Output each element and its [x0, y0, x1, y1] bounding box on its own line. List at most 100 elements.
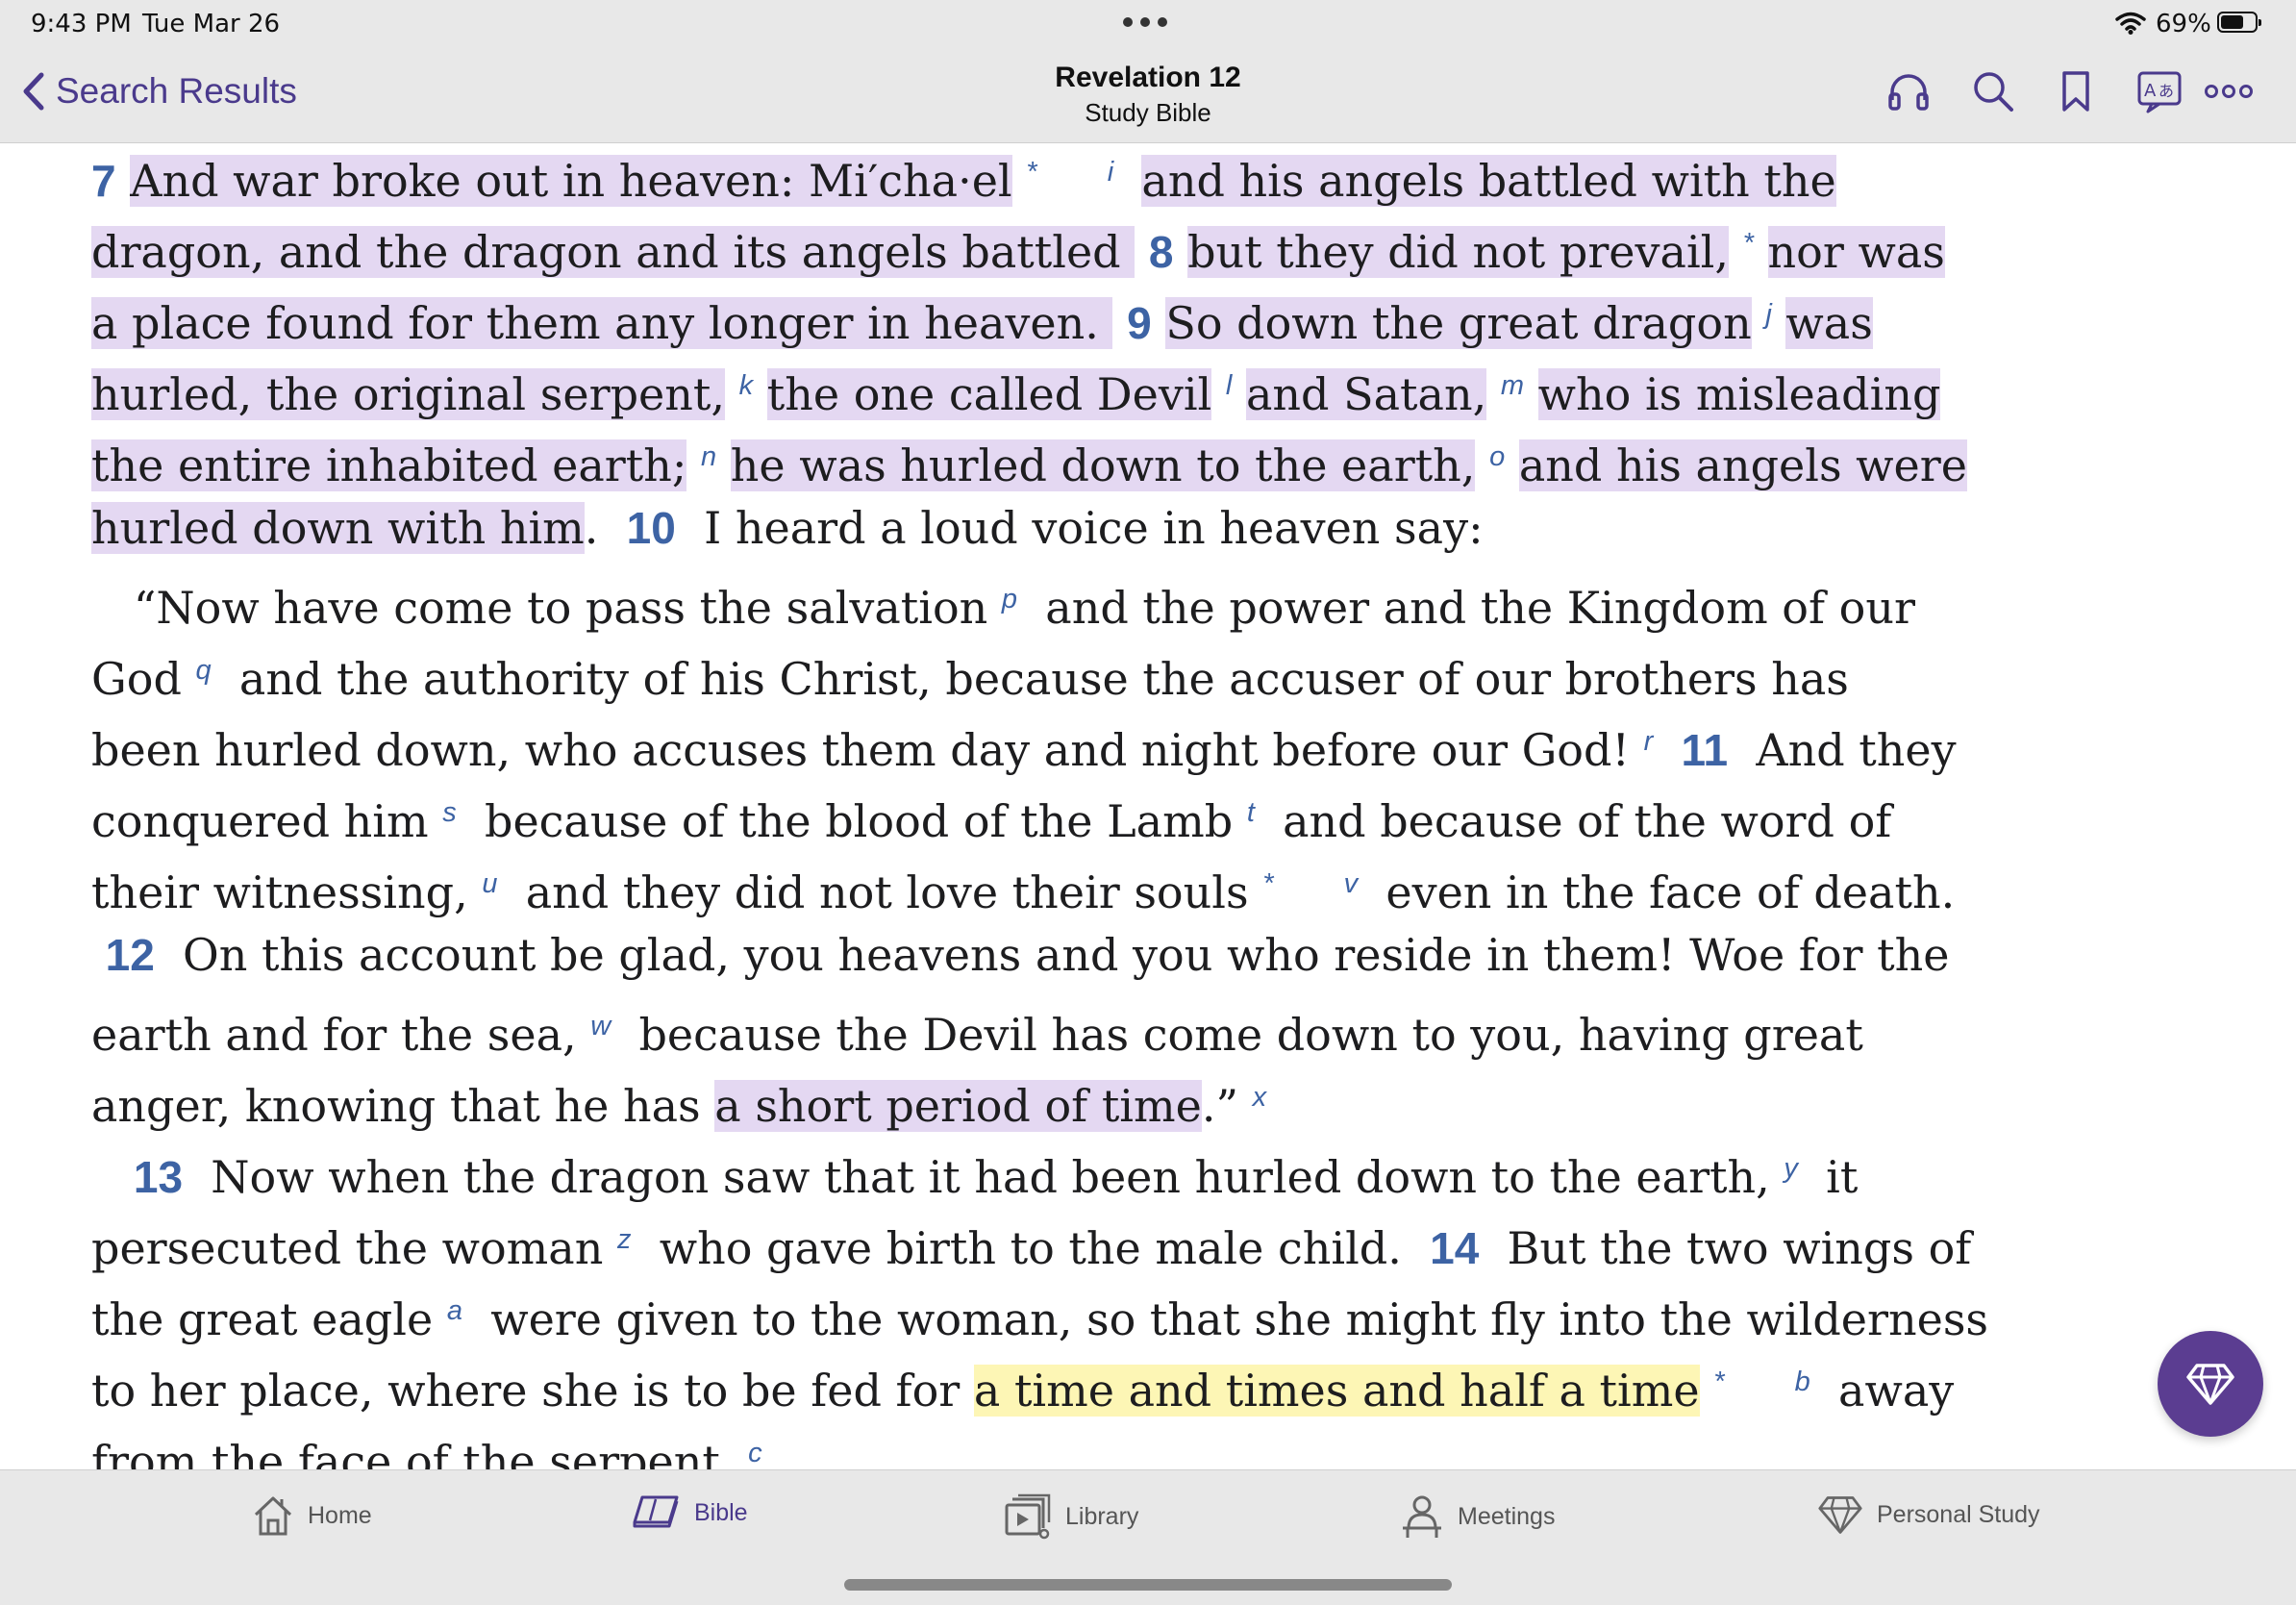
verse-text[interactable]: to her place, where she is to be fed for	[91, 1365, 974, 1417]
highlighted-text[interactable]: hurled down with him	[91, 502, 585, 554]
highlighted-text[interactable]: a time and times and half a time	[973, 1365, 1700, 1417]
verse-number[interactable]: 13	[134, 1152, 183, 1202]
highlighted-text[interactable]: hurled, the original serpent,	[91, 368, 725, 420]
verse-text[interactable]: conquered him	[91, 795, 429, 847]
verse-text[interactable]: Now when the dragon saw that it had been…	[183, 1151, 1770, 1203]
verse-text[interactable]: On this account be glad, you heavens and…	[155, 929, 1949, 981]
verse-text[interactable]: And they	[1728, 724, 1956, 776]
verse-text[interactable]: the great eagle	[91, 1293, 433, 1345]
verse-text[interactable]: persecuted the woman	[91, 1222, 603, 1274]
text-line[interactable]: from the face of the serpent. c	[91, 1424, 762, 1470]
text-line[interactable]: 13 Now when the dragon saw that it had b…	[91, 1140, 1859, 1206]
verse-text[interactable]: God	[91, 653, 182, 705]
tab-personal-study[interactable]: Personal Study	[1817, 1493, 2040, 1536]
cross-reference-marker[interactable]: a	[447, 1295, 462, 1326]
text-line[interactable]: persecuted the woman z who gave birth to…	[91, 1211, 1971, 1277]
verse-text[interactable]: .”	[1202, 1080, 1238, 1132]
text-line[interactable]: hurled, the original serpent, k the one …	[91, 357, 1941, 423]
verse-text[interactable]: .	[585, 502, 627, 554]
verse-text[interactable]: and the power and the Kingdom of our	[1017, 582, 1915, 634]
cross-reference-marker[interactable]: t	[1247, 797, 1255, 828]
verse-text[interactable]: “Now have come to pass the salvation	[91, 582, 987, 634]
text-line[interactable]: earth and for the sea, w because the Dev…	[91, 997, 1863, 1064]
text-line[interactable]: been hurled down, who accuses them day a…	[91, 713, 1957, 779]
tab-library[interactable]: Library	[1004, 1493, 1138, 1540]
verse-text[interactable]: who gave birth to the male child.	[631, 1222, 1430, 1274]
cross-reference-marker[interactable]: k	[739, 370, 754, 401]
text-line[interactable]: the entire inhabited earth; n he was hur…	[91, 428, 1967, 494]
footnote-marker[interactable]: *	[1713, 1367, 1724, 1397]
verse-text[interactable]: from the face of the serpent.	[91, 1436, 734, 1470]
cross-reference-marker[interactable]: s	[442, 797, 457, 828]
home-indicator[interactable]	[844, 1579, 1452, 1591]
text-line[interactable]: a place found for them any longer in hea…	[91, 286, 1873, 352]
highlighted-text[interactable]: who is misleading	[1537, 368, 1941, 420]
verse-number[interactable]: 9	[1127, 298, 1152, 348]
highlighted-text[interactable]: was	[1785, 297, 1873, 349]
highlighted-text[interactable]: and his angels battled with the	[1141, 155, 1836, 207]
text-line[interactable]: dragon, and the dragon and its angels ba…	[91, 214, 1945, 281]
highlighted-text[interactable]: dragon, and the dragon and its angels ba…	[91, 226, 1136, 278]
highlighted-text[interactable]: he was hurled down to the earth,	[730, 439, 1476, 491]
verse-text[interactable]: and because of the word of	[1255, 795, 1891, 847]
bookmark-icon[interactable]	[2059, 69, 2092, 113]
highlighted-text[interactable]: And war broke out in heaven: Mi′cha·el	[130, 155, 1012, 207]
highlighted-text[interactable]: and his angels were	[1518, 439, 1967, 491]
cross-reference-marker[interactable]: r	[1644, 726, 1654, 757]
highlighted-text[interactable]: the one called Devil	[766, 368, 1212, 420]
cross-reference-marker[interactable]: b	[1795, 1367, 1810, 1397]
text-line[interactable]: hurled down with him. 10 I heard a loud …	[91, 499, 1484, 557]
verse-number[interactable]: 12	[106, 930, 155, 980]
verse-text[interactable]: I heard a loud voice in heaven say:	[676, 502, 1484, 554]
text-line[interactable]: 12 On this account be glad, you heavens …	[91, 926, 1950, 984]
translate-icon[interactable]: A あ	[2136, 69, 2183, 113]
search-icon[interactable]	[1971, 69, 2015, 113]
verse-text[interactable]: earth and for the sea,	[91, 1009, 577, 1061]
cross-reference-marker[interactable]: y	[1784, 1153, 1798, 1184]
highlighted-text[interactable]: nor was	[1767, 226, 1945, 278]
verse-text[interactable]: and they did not love their souls	[497, 866, 1262, 918]
verse-text[interactable]: But the two wings of	[1479, 1222, 1972, 1274]
verse-text[interactable]: even in the face of death.	[1358, 866, 1955, 918]
verse-text[interactable]: anger, knowing that he has	[91, 1080, 714, 1132]
verse-number[interactable]: 7	[91, 156, 116, 206]
verse-text[interactable]	[91, 929, 106, 981]
highlighted-text[interactable]: and Satan,	[1245, 368, 1487, 420]
highlighted-text[interactable]: a place found for them any longer in hea…	[91, 297, 1113, 349]
text-line[interactable]: to her place, where she is to be fed for…	[91, 1353, 1954, 1419]
cross-reference-marker[interactable]: p	[1002, 584, 1017, 614]
cross-reference-marker[interactable]: n	[701, 441, 716, 472]
cross-reference-marker[interactable]: o	[1489, 441, 1505, 472]
text-line[interactable]: conquered him s because of the blood of …	[91, 784, 1891, 850]
verse-number[interactable]: 14	[1430, 1223, 1479, 1273]
personal-study-fab[interactable]	[2158, 1331, 2263, 1437]
cross-reference-marker[interactable]: c	[748, 1438, 762, 1468]
verse-number[interactable]: 10	[627, 503, 676, 553]
highlighted-text[interactable]: the entire inhabited earth;	[91, 439, 687, 491]
tab-home[interactable]: Home	[252, 1493, 372, 1538]
verse-text[interactable]: because of the blood of the Lamb	[457, 795, 1233, 847]
verse-text[interactable]: their witnessing,	[91, 866, 468, 918]
cross-reference-marker[interactable]: u	[482, 868, 497, 899]
headphones-icon[interactable]	[1886, 69, 1931, 113]
verse-text[interactable]: because the Devil has come down to you, …	[611, 1009, 1862, 1061]
verse-text[interactable]: it	[1798, 1151, 1858, 1203]
verse-text[interactable]: were given to the woman, so that she mig…	[462, 1293, 1988, 1345]
footnote-marker[interactable]: *	[1743, 228, 1754, 259]
multitasking-dots-icon[interactable]	[1123, 17, 1167, 27]
cross-reference-marker[interactable]: w	[590, 1011, 611, 1041]
text-line[interactable]: God q and the authority of his Christ, b…	[91, 641, 1849, 708]
text-line[interactable]: anger, knowing that he has a short perio…	[91, 1068, 1266, 1135]
verse-number[interactable]: 11	[1681, 725, 1728, 775]
text-line[interactable]: “Now have come to pass the salvation p a…	[91, 570, 1915, 637]
text-line[interactable]: the great eagle a were given to the woma…	[91, 1282, 1988, 1348]
cross-reference-marker[interactable]: x	[1253, 1082, 1267, 1113]
more-icon[interactable]	[2204, 83, 2254, 100]
tab-bible[interactable]: Bible	[631, 1493, 748, 1532]
cross-reference-marker[interactable]: m	[1501, 370, 1524, 401]
highlighted-text[interactable]: a short period of time	[714, 1080, 1202, 1132]
footnote-marker[interactable]: *	[1262, 868, 1273, 899]
verse-text[interactable]: been hurled down, who accuses them day a…	[91, 724, 1630, 776]
text-line[interactable]: 7 And war broke out in heaven: Mi′cha·el…	[91, 143, 1836, 210]
text-line[interactable]: their witnessing, u and they did not lov…	[91, 855, 1955, 921]
